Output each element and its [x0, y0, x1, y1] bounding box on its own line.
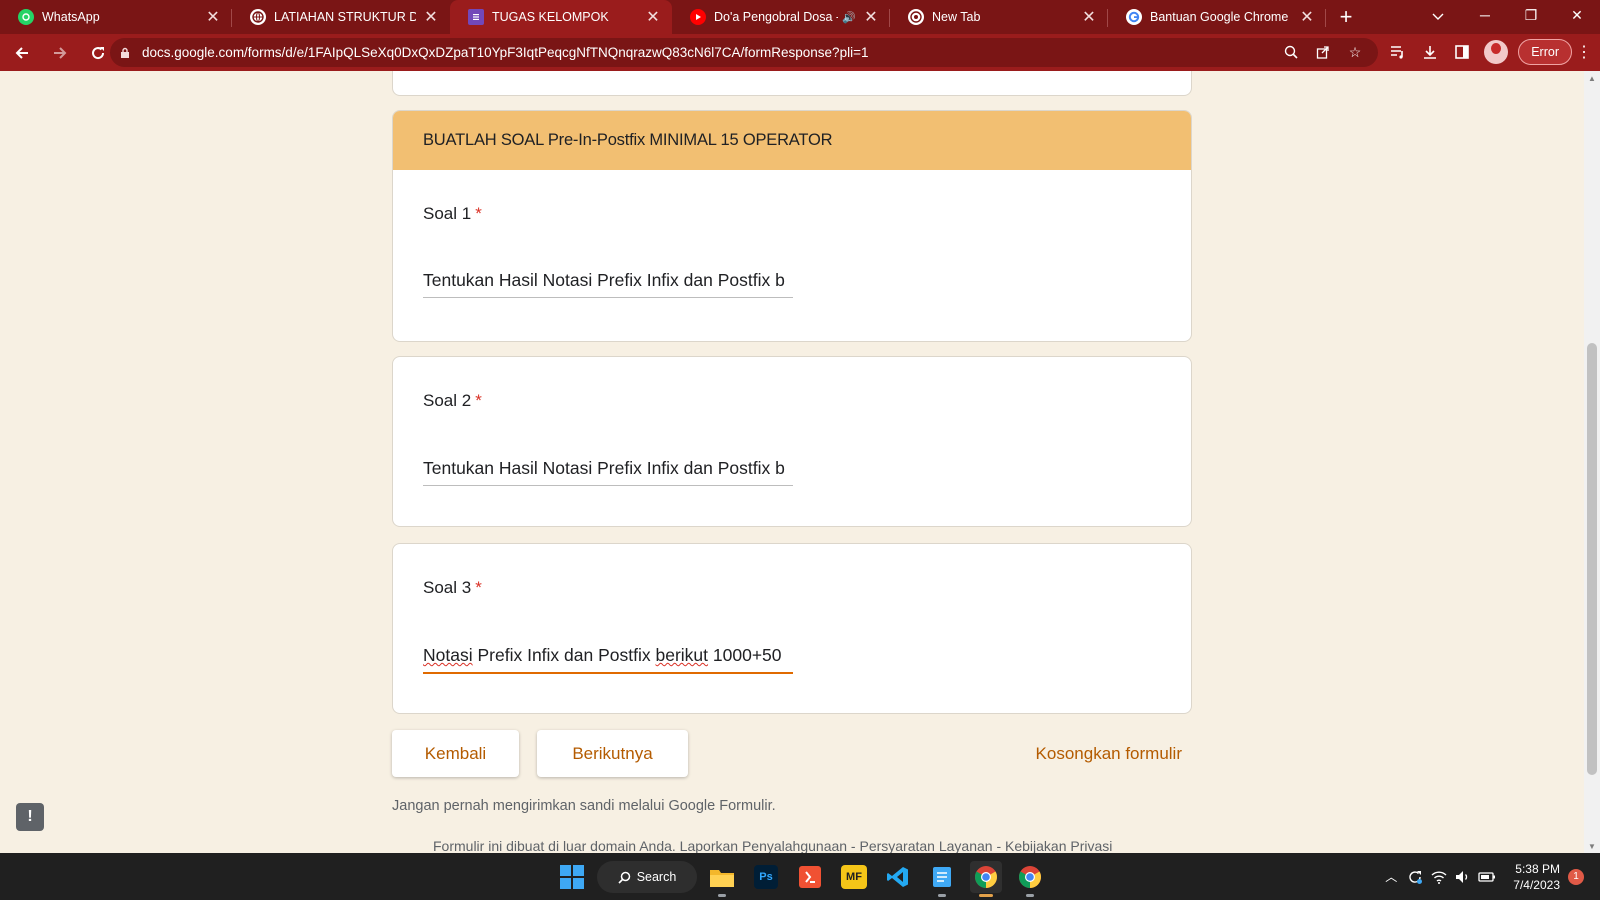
back-button[interactable]: Kembali [392, 730, 519, 777]
close-window-icon[interactable]: ✕ [1554, 0, 1600, 30]
media-queue-icon[interactable] [1382, 37, 1414, 67]
question-label-soal-1: Soal 1 * [423, 204, 482, 223]
youtube-icon [690, 9, 706, 25]
notification-badge[interactable]: 1 [1568, 868, 1584, 885]
scroll-up-arrow-icon[interactable]: ▲ [1584, 71, 1600, 85]
chrome-icon[interactable] [970, 861, 1002, 897]
speaker-icon[interactable]: 🔊 [842, 11, 856, 24]
section-title: BUATLAH SOAL Pre-In-Postfix MINIMAL 15 O… [393, 111, 1191, 170]
windows-taskbar: Search Ps MF ︿ 5:38 PM 7/4/2023 1 [0, 853, 1600, 900]
misspelled-word: berikut [655, 645, 709, 665]
sync-icon[interactable] [1404, 866, 1426, 888]
section-card: BUATLAH SOAL Pre-In-Postfix MINIMAL 15 O… [392, 110, 1192, 342]
whatsapp-icon [18, 9, 34, 25]
clock-time: 5:38 PM [1515, 861, 1560, 876]
bookmark-star-icon[interactable]: ☆ [1346, 42, 1364, 62]
password-warning: Jangan pernah mengirimkan sandi melalui … [392, 798, 776, 814]
tab-title: WhatsApp [42, 10, 100, 24]
file-explorer-icon[interactable] [706, 861, 738, 897]
windows-start-icon[interactable] [556, 861, 588, 893]
required-asterisk: * [475, 578, 482, 597]
google-icon [1126, 9, 1142, 25]
question-label-soal-3: Soal 3 * [423, 578, 482, 597]
forward-arrow-icon[interactable] [44, 37, 76, 69]
tab-latihan-struktur-data[interactable]: LATIAHAN STRUKTUR DATA.p ✕ [232, 0, 450, 34]
git-icon[interactable] [794, 861, 826, 893]
google-forms-icon [468, 9, 484, 25]
volume-icon[interactable] [1452, 866, 1474, 888]
answer-input-soal-2[interactable]: Tentukan Hasil Notasi Prefix Infix dan P… [423, 458, 793, 486]
tab-youtube-doa[interactable]: Do'a Pengobral Dosa - Yo 🔊 ✕ [672, 0, 890, 34]
close-icon[interactable]: ✕ [1298, 8, 1316, 26]
tab-whatsapp[interactable]: WhatsApp ✕ [0, 0, 232, 34]
page-scrollbar[interactable]: ▲ ▼ [1584, 71, 1600, 853]
tab-title: LATIAHAN STRUKTUR DATA.p [274, 10, 416, 24]
clock-date: 7/4/2023 [1513, 877, 1560, 892]
required-asterisk: * [475, 204, 482, 223]
chrome-icon [908, 9, 924, 25]
clear-form-button[interactable]: Kosongkan formulir [1000, 730, 1190, 777]
tab-title: Bantuan Google Chrome [1150, 10, 1289, 24]
scroll-down-arrow-icon[interactable]: ▼ [1584, 839, 1600, 853]
close-icon[interactable]: ✕ [1080, 8, 1098, 26]
download-icon[interactable] [1414, 37, 1446, 67]
photoshop-icon[interactable]: Ps [750, 861, 782, 893]
feedback-icon[interactable]: ! [16, 803, 44, 831]
close-icon[interactable]: ✕ [204, 8, 222, 26]
footer-links[interactable]: Formulir ini dibuat di luar domain Anda.… [433, 838, 1112, 853]
tab-bantuan-chrome[interactable]: Bantuan Google Chrome ✕ [1108, 0, 1326, 34]
browser-toolbar: docs.google.com/forms/d/e/1FAIpQLSeXq0Dx… [0, 34, 1600, 71]
tab-title: Do'a Pengobral Dosa - Yo [714, 10, 838, 24]
answer-input-soal-3[interactable]: Notasi Prefix Infix dan Postfix berikut … [423, 645, 793, 674]
tab-new-tab[interactable]: New Tab ✕ [890, 0, 1108, 34]
zoom-icon[interactable] [1282, 42, 1300, 62]
next-button[interactable]: Berikutnya [537, 730, 688, 777]
clock[interactable]: 5:38 PM 7/4/2023 [1513, 861, 1560, 893]
back-arrow-icon[interactable] [6, 37, 38, 69]
minimize-icon[interactable]: ─ [1462, 0, 1508, 30]
question-card-soal-2: Soal 2 * Tentukan Hasil Notasi Prefix Inf… [392, 356, 1192, 527]
mf-icon[interactable]: MF [838, 861, 870, 893]
lock-icon[interactable] [120, 47, 132, 59]
url-text: docs.google.com/forms/d/e/1FAIpQLSeXq0Dx… [142, 45, 869, 60]
question-card-soal-3: Soal 3 * Notasi Prefix Infix dan Postfix … [392, 543, 1192, 714]
tab-title: TUGAS KELOMPOK [492, 10, 609, 24]
required-asterisk: * [475, 391, 482, 410]
tab-tugas-kelompok[interactable]: TUGAS KELOMPOK ✕ [450, 0, 672, 34]
close-icon[interactable]: ✕ [422, 8, 440, 26]
new-tab-button[interactable]: + [1330, 0, 1362, 34]
browser-tab-strip: WhatsApp ✕ LATIAHAN STRUKTUR DATA.p ✕ TU… [0, 0, 1600, 34]
chrome-profile-icon[interactable] [1014, 861, 1046, 897]
window-controls: ─ ❐ ✕ [1462, 0, 1600, 34]
more-options-icon[interactable]: ⋮ [1572, 37, 1596, 67]
tab-title: New Tab [932, 10, 981, 24]
answer-input-soal-1[interactable]: Tentukan Hasil Notasi Prefix Infix dan P… [423, 270, 793, 298]
address-bar[interactable]: docs.google.com/forms/d/e/1FAIpQLSeXq0Dx… [110, 38, 1378, 67]
vscode-icon[interactable] [882, 861, 914, 893]
profile-avatar[interactable] [1484, 40, 1509, 64]
misspelled-word: Notasi [423, 645, 473, 665]
profile-error-button[interactable]: Error [1518, 39, 1572, 65]
wifi-icon[interactable] [1428, 866, 1450, 888]
notepad-icon[interactable] [926, 861, 958, 897]
system-tray: ︿ 5:38 PM 7/4/2023 1 [1379, 853, 1600, 900]
question-label-soal-2: Soal 2 * [423, 391, 482, 410]
tab-search-chevron-icon[interactable] [1424, 6, 1452, 28]
form-page: BUATLAH SOAL Pre-In-Postfix MINIMAL 15 O… [0, 71, 1584, 853]
previous-card [392, 71, 1192, 96]
globe-icon [250, 9, 266, 25]
close-icon[interactable]: ✕ [644, 8, 662, 26]
battery-icon[interactable] [1476, 866, 1498, 888]
share-icon[interactable] [1314, 42, 1332, 62]
side-panel-icon[interactable] [1446, 37, 1478, 67]
scrollbar-thumb[interactable] [1587, 343, 1597, 775]
close-icon[interactable]: ✕ [862, 8, 880, 26]
restore-icon[interactable]: ❐ [1508, 0, 1554, 30]
search-icon [618, 871, 630, 884]
taskbar-search[interactable]: Search [597, 861, 697, 893]
chevron-up-icon[interactable]: ︿ [1380, 866, 1402, 888]
